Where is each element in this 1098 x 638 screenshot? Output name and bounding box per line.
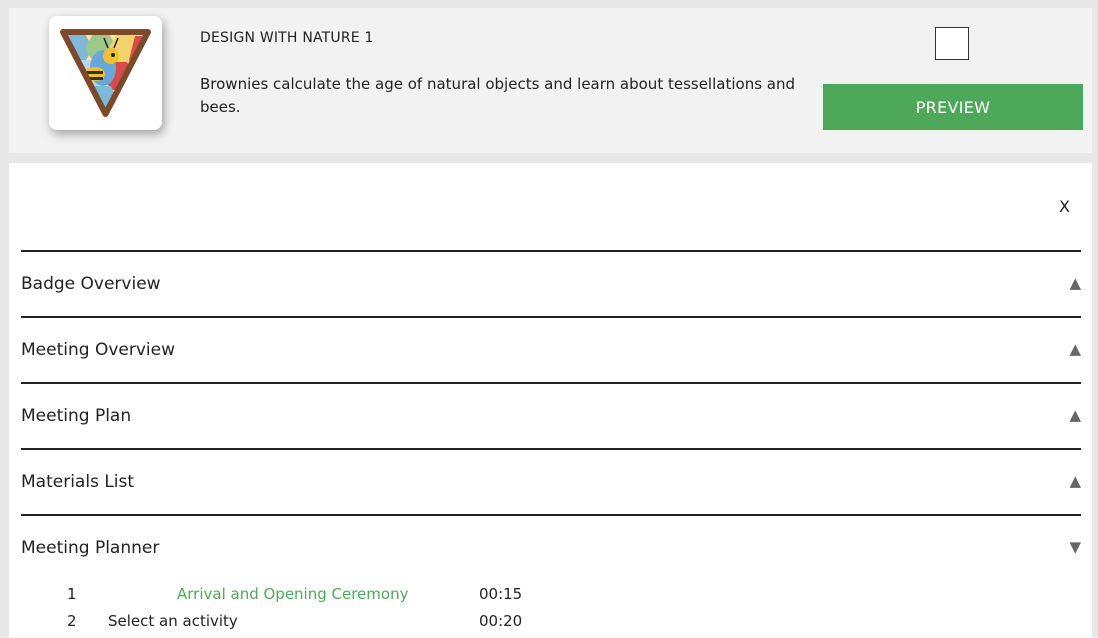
section-label: Meeting Planner (21, 538, 160, 558)
badge-title: DESIGN WITH NATURE 1 (200, 30, 374, 46)
badge-image-frame[interactable] (49, 16, 162, 130)
triangle-up-icon[interactable]: ▲ (1069, 472, 1081, 490)
section-label: Badge Overview (21, 274, 161, 294)
section-label: Meeting Plan (21, 406, 132, 426)
planner-row-duration: 00:15 (479, 585, 523, 603)
planner-row: 1 Arrival and Opening Ceremony 00:15 (9, 585, 1092, 611)
badge-description: Brownies calculate the age of natural ob… (200, 75, 795, 116)
section-meeting-overview[interactable]: Meeting Overview ▲ (21, 316, 1081, 382)
section-materials-list[interactable]: Materials List ▲ (21, 448, 1081, 514)
page-background: DESIGN WITH NATURE 1 Brownies calculate … (0, 0, 1098, 637)
planner-row-number: 1 (67, 585, 77, 603)
section-meeting-plan[interactable]: Meeting Plan ▲ (21, 382, 1081, 448)
planner-row: 2 Select an activity 00:20 (9, 612, 1092, 638)
preview-button[interactable]: PREVIEW (823, 84, 1083, 130)
close-panel-button[interactable]: X (1059, 197, 1070, 216)
planner-row-number: 2 (67, 612, 77, 630)
section-label: Meeting Overview (21, 340, 175, 360)
triangle-up-icon[interactable]: ▲ (1069, 340, 1081, 358)
planner-row-duration: 00:20 (479, 612, 523, 630)
select-activity-dropdown[interactable]: Select an activity (108, 612, 238, 630)
bee-badge-icon (60, 29, 151, 117)
activity-link[interactable]: Arrival and Opening Ceremony (177, 585, 408, 603)
section-badge-overview[interactable]: Badge Overview ▲ (21, 250, 1081, 316)
triangle-down-icon[interactable]: ▼ (1069, 538, 1081, 556)
badge-card: DESIGN WITH NATURE 1 Brownies calculate … (9, 8, 1092, 153)
triangle-up-icon[interactable]: ▲ (1069, 274, 1081, 292)
section-label: Materials List (21, 472, 135, 492)
badge-details-panel: X Badge Overview ▲ Meeting Overview ▲ Me… (9, 163, 1092, 637)
section-meeting-planner[interactable]: Meeting Planner ▼ (21, 514, 1081, 580)
triangle-up-icon[interactable]: ▲ (1069, 406, 1081, 424)
select-badge-checkbox[interactable] (935, 27, 969, 60)
